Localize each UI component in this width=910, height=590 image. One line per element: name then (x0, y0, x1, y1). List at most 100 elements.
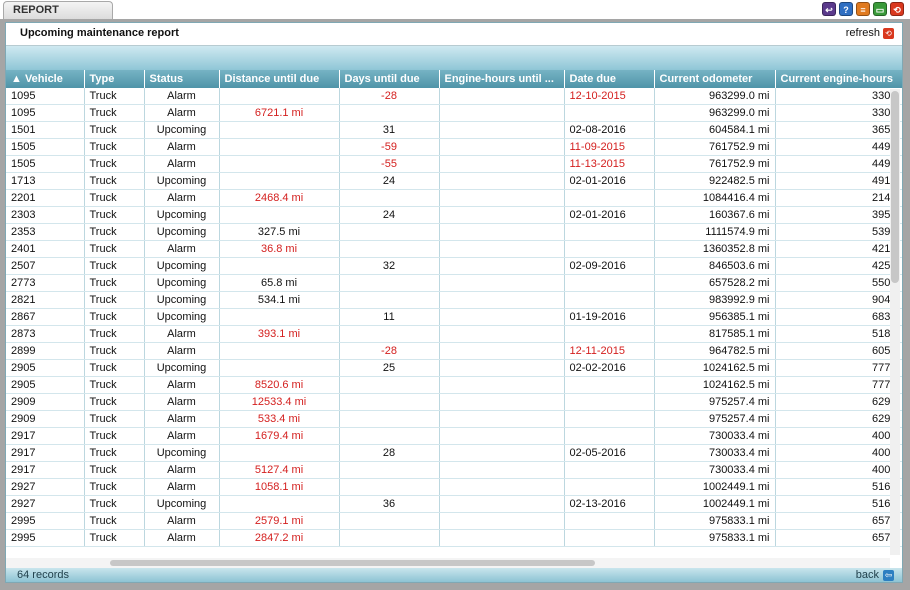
table-cell: 4009 (775, 444, 902, 462)
minimize-icon[interactable]: ▭ (873, 2, 887, 16)
table-row[interactable]: 2507 Truck Upcoming 32 02-09-2016 846503.6 mi… (6, 257, 902, 275)
table-cell (564, 325, 655, 343)
table-cell: 7774 (775, 376, 902, 394)
horizontal-scrollbar[interactable] (6, 558, 890, 568)
table-row[interactable]: 2927 Truck Upcoming 36 02-13-2016 1002449.1 m… (6, 495, 902, 513)
table-row[interactable]: 1095 Truck Alarm -28 12-10-2015 963299.0 mi 33… (6, 88, 902, 105)
table-row[interactable]: 2917 Truck Upcoming 28 02-05-2016 730033.4 mi… (6, 444, 902, 462)
vertical-scrollbar[interactable] (890, 89, 900, 555)
column-header[interactable]: Distance until due (219, 70, 340, 88)
table-row[interactable]: 2909 Truck Alarm 12533.4 mi 975257.4 mi 6291 (6, 393, 902, 411)
table-row[interactable]: 2905 Truck Alarm 8520.6 mi 1024162.5 mi 7774 (6, 376, 902, 394)
table-cell: 3302 (775, 88, 902, 105)
table-cell: 2873 (6, 325, 85, 343)
table-row[interactable]: 1505 Truck Alarm -55 11-13-2015 761752.9 mi 44… (6, 155, 902, 173)
table-cell: 6572 (775, 529, 902, 547)
close-icon[interactable]: ⟲ (890, 2, 904, 16)
column-header[interactable]: Status (144, 70, 220, 88)
table-cell (564, 478, 655, 496)
table-cell: Truck (84, 257, 145, 275)
column-header[interactable]: Date due (564, 70, 655, 88)
table-row[interactable]: 2303 Truck Upcoming 24 02-01-2016 160367.6 mi… (6, 206, 902, 224)
table-row[interactable]: 1095 Truck Alarm 6721.1 mi 963299.0 mi 3302 (6, 104, 902, 122)
table-cell (439, 172, 565, 190)
column-header[interactable]: Type (84, 70, 145, 88)
table-cell: Alarm (144, 410, 220, 428)
table-cell: 846503.6 mi (654, 257, 776, 275)
table-cell (439, 308, 565, 326)
table-cell: Truck (84, 461, 145, 479)
table-cell: 5187 (775, 325, 902, 343)
table-row[interactable]: 2201 Truck Alarm 2468.4 mi 1084416.4 mi 2148 (6, 189, 902, 207)
refresh-button[interactable]: refresh ⟲ (846, 27, 894, 39)
table-cell: 2148 (775, 189, 902, 207)
table-cell: Truck (84, 410, 145, 428)
table-cell: 2917 (6, 427, 85, 445)
column-header[interactable]: Engine-hours until ... (439, 70, 565, 88)
table-row[interactable]: 2899 Truck Alarm -28 12-11-2015 964782.5 mi 60… (6, 342, 902, 360)
table-cell: 975833.1 mi (654, 529, 776, 547)
table-row[interactable]: 2927 Truck Alarm 1058.1 mi 1002449.1 mi 5169 (6, 478, 902, 496)
back-icon[interactable]: ↩ (822, 2, 836, 16)
table-cell (439, 257, 565, 275)
table-cell: 4009 (775, 461, 902, 479)
table-cell: 5169 (775, 495, 902, 513)
table-row[interactable]: 2905 Truck Upcoming 25 02-02-2016 1024162.5 m… (6, 359, 902, 377)
table-cell: 8520.6 mi (219, 376, 340, 394)
table-cell: 2201 (6, 189, 85, 207)
column-header[interactable]: Current odometer (654, 70, 776, 88)
column-header[interactable]: ▲ Vehicle (6, 70, 85, 88)
notes-icon[interactable]: ≡ (856, 2, 870, 16)
tab-report[interactable]: REPORT (3, 1, 113, 19)
vertical-scroll-thumb[interactable] (891, 91, 899, 283)
table-cell (339, 325, 440, 343)
table-cell: Truck (84, 427, 145, 445)
table-cell (219, 138, 340, 156)
table-row[interactable]: 2995 Truck Alarm 2847.2 mi 975833.1 mi 6572 (6, 529, 902, 547)
table-row[interactable]: 1505 Truck Alarm -59 11-09-2015 761752.9 mi 44… (6, 138, 902, 156)
table-cell: 2917 (6, 461, 85, 479)
column-header[interactable]: Days until due (339, 70, 440, 88)
table-cell: 1024162.5 mi (654, 376, 776, 394)
table-row[interactable]: 1713 Truck Upcoming 24 02-01-2016 922482.5 mi… (6, 172, 902, 190)
table-cell: -28 (339, 342, 440, 360)
horizontal-scroll-thumb[interactable] (110, 560, 595, 566)
refresh-label: refresh (845, 27, 880, 39)
column-header[interactable]: Current engine-hours (775, 70, 902, 88)
table-row[interactable]: 2821 Truck Upcoming 534.1 mi 983992.9 mi 9048 (6, 291, 902, 309)
table-cell: 604584.1 mi (654, 121, 776, 139)
table-cell: -28 (339, 88, 440, 105)
table-row[interactable]: 1501 Truck Upcoming 31 02-08-2016 604584.1 mi… (6, 121, 902, 139)
table-cell: 6291 (775, 393, 902, 411)
table-row[interactable]: 2917 Truck Alarm 1679.4 mi 730033.4 mi 4009 (6, 427, 902, 445)
table-cell: Truck (84, 529, 145, 547)
table-cell (339, 376, 440, 394)
table-cell: -55 (339, 155, 440, 173)
table-cell (339, 393, 440, 411)
table-cell: 2995 (6, 529, 85, 547)
table-cell: 4499 (775, 138, 902, 156)
table-cell: Alarm (144, 342, 220, 360)
back-button[interactable]: back ⇦ (856, 569, 894, 581)
table-cell (564, 427, 655, 445)
table-cell: Truck (84, 104, 145, 122)
table-cell: 31 (339, 121, 440, 139)
table-row[interactable]: 2909 Truck Alarm 533.4 mi 975257.4 mi 6291 (6, 410, 902, 428)
report-footer: 64 records back ⇦ (6, 568, 902, 582)
table-row[interactable]: 2873 Truck Alarm 393.1 mi 817585.1 mi 5187 (6, 325, 902, 343)
table-row[interactable]: 2995 Truck Alarm 2579.1 mi 975833.1 mi 6572 (6, 512, 902, 530)
table-cell: 1679.4 mi (219, 427, 340, 445)
table-row[interactable]: 2917 Truck Alarm 5127.4 mi 730033.4 mi 4009 (6, 461, 902, 479)
table-cell: Upcoming (144, 121, 220, 139)
table-row[interactable]: 2401 Truck Alarm 36.8 mi 1360352.8 mi 4218 (6, 240, 902, 258)
table-cell (564, 189, 655, 207)
table-cell: 1505 (6, 138, 85, 156)
table-cell: 2899 (6, 342, 85, 360)
table-row[interactable]: 2353 Truck Upcoming 327.5 mi 1111574.9 mi 539… (6, 223, 902, 241)
report-header: Upcoming maintenance report refresh ⟲ (6, 23, 902, 46)
table-cell: Truck (84, 376, 145, 394)
table-row[interactable]: 2867 Truck Upcoming 11 01-19-2016 956385.1 mi… (6, 308, 902, 326)
table-row[interactable]: 2773 Truck Upcoming 65.8 mi 657528.2 mi 5507 (6, 274, 902, 292)
help-icon[interactable]: ? (839, 2, 853, 16)
table-cell: 5394 (775, 223, 902, 241)
